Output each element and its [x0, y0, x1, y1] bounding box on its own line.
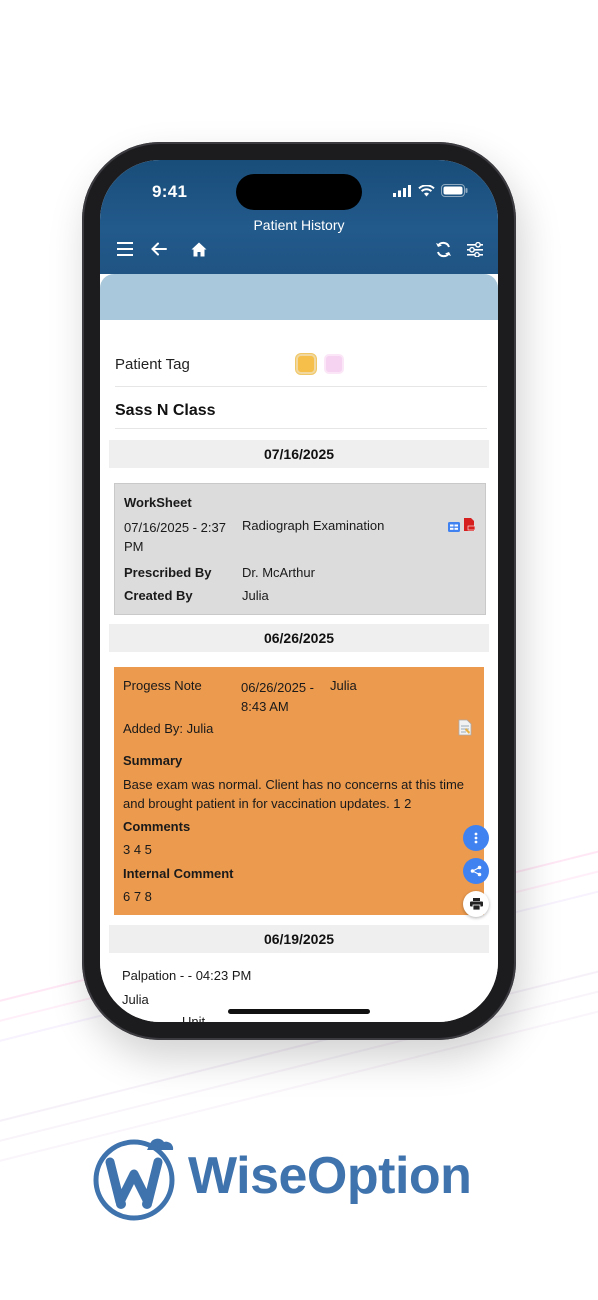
entry-author: Julia: [330, 678, 357, 693]
page-title: Patient History: [253, 217, 345, 233]
wiseoption-logo-icon: [93, 1138, 175, 1221]
entry-datetime: 06/26/2025 - 8:43 AM: [241, 680, 315, 714]
home-icon[interactable]: [188, 239, 210, 259]
internal-comment-text: 6 7 8: [123, 889, 152, 904]
created-by-label: Created By: [124, 588, 193, 603]
document-icon[interactable]: [458, 719, 472, 739]
signal-icon: [393, 184, 411, 197]
date-header: 06/26/2025: [109, 624, 489, 652]
progress-note-card[interactable]: Progess Note 06/26/2025 - 8:43 AM Julia …: [114, 667, 484, 915]
brand-logo: WiseOption: [88, 1128, 508, 1228]
phone-screen: 9:41 Patient History Patient Tag Sass N …: [100, 160, 498, 1022]
more-options-button[interactable]: [463, 825, 489, 851]
entry-datetime: 07/16/2025 - 2:37 PM: [124, 520, 226, 554]
internal-comment-label: Internal Comment: [123, 866, 234, 881]
summary-label: Summary: [123, 753, 183, 768]
menu-icon[interactable]: [114, 240, 136, 258]
back-arrow-icon[interactable]: [148, 239, 170, 259]
entry-line: Palpation - - 04:23 PM: [122, 968, 252, 983]
created-by-value: Julia: [242, 588, 269, 603]
entry-line-partial: Unit: [182, 1014, 206, 1022]
status-time: 9:41: [152, 182, 188, 201]
battery-icon: [441, 184, 468, 197]
date-header: 07/16/2025: [109, 440, 489, 468]
tag-color-yellow[interactable]: [296, 354, 316, 374]
patient-tag-label: Patient Tag: [115, 356, 190, 373]
entry-type: Progess Note: [123, 678, 202, 693]
prescribed-by-value: Dr. McArthur: [242, 565, 315, 580]
history-content: Patient Tag Sass N Class 07/16/2025 Work…: [100, 320, 498, 1022]
patient-banner: [100, 274, 498, 320]
print-icon: [469, 898, 483, 910]
comments-label: Comments: [123, 819, 191, 834]
pdf-icon[interactable]: [463, 518, 476, 534]
more-vertical-icon: [474, 832, 478, 844]
patient-name: Sass N Class: [115, 402, 216, 419]
brand-name: WiseOption: [188, 1147, 472, 1205]
wifi-icon: [418, 184, 435, 196]
home-indicator: [228, 1009, 370, 1014]
date-header: 06/19/2025: [109, 925, 489, 953]
tag-color-pink[interactable]: [324, 354, 344, 374]
divider: [115, 428, 487, 429]
filter-sliders-icon[interactable]: [464, 239, 486, 259]
status-icons: [393, 184, 468, 197]
print-button[interactable]: [463, 891, 489, 917]
share-button[interactable]: [463, 858, 489, 884]
phone-frame: 9:41 Patient History Patient Tag Sass N …: [82, 142, 516, 1040]
entry-type: WorkSheet: [124, 495, 192, 510]
worksheet-card[interactable]: WorkSheet 07/16/2025 - 2:37 PM Radiograp…: [114, 483, 486, 615]
comments-text: 3 4 5: [123, 842, 152, 857]
summary-text: Base exam was normal. Client has no conc…: [123, 777, 465, 811]
share-icon: [470, 865, 482, 877]
added-by: Added By: Julia: [123, 721, 214, 736]
dynamic-island: [236, 174, 362, 210]
app-header: 9:41 Patient History: [100, 160, 498, 274]
entry-line: Julia: [122, 992, 149, 1007]
patient-tag-row: Patient Tag: [115, 342, 487, 387]
entry-description: Radiograph Examination: [242, 518, 385, 533]
prescribed-by-label: Prescribed By: [124, 565, 212, 580]
refresh-icon[interactable]: [432, 239, 454, 259]
worksheet-icon[interactable]: [448, 520, 460, 535]
